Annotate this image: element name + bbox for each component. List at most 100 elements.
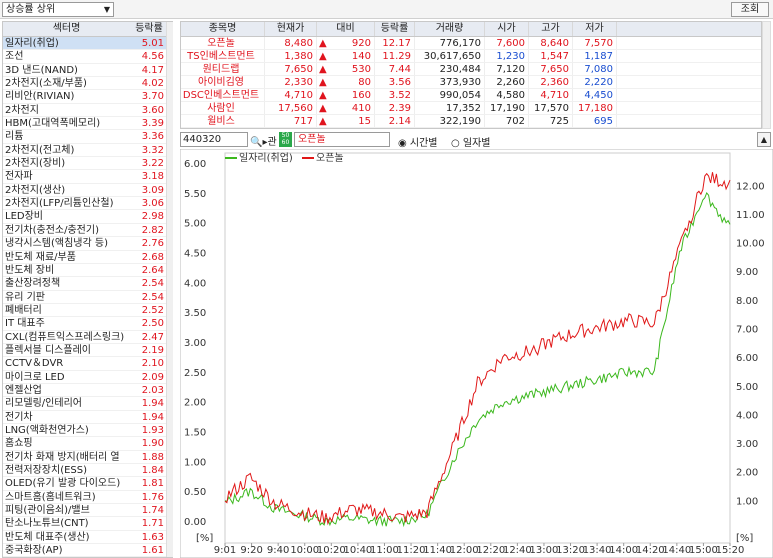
stock-row[interactable]: 윌비스 717 ▲ 15 2.14 322,190 702 725 695 <box>181 115 761 128</box>
stock-code-input[interactable]: 440320 <box>180 132 248 147</box>
sector-row[interactable]: 전력저장장치(ESS) 1.84 <box>3 464 172 478</box>
sector-row[interactable]: 리튬 3.36 <box>3 130 172 144</box>
sector-rate: 1.76 <box>141 491 164 503</box>
stock-row[interactable]: TS인베스트먼트 1,380 ▲ 140 11.29 30,617,650 1,2… <box>181 50 761 63</box>
radio-time[interactable]: ◉ 시간별 <box>398 134 438 149</box>
stock-high: 17,570 <box>529 102 573 114</box>
sector-row[interactable]: 반도체 장비 2.64 <box>3 264 172 278</box>
x-tick-label: 10:40 <box>343 545 372 556</box>
sector-rate: 2.09 <box>141 371 164 383</box>
sector-row[interactable]: 2차전지(생산) 3.09 <box>3 184 172 198</box>
stock-low: 7,080 <box>573 63 617 75</box>
radio-day[interactable]: ○ 일자별 <box>451 134 491 149</box>
sector-name: 리튬 <box>5 131 24 143</box>
header-open[interactable]: 시가 <box>485 22 529 36</box>
sector-rate: 2.19 <box>141 344 164 356</box>
header-price[interactable]: 현재가 <box>265 22 317 36</box>
search-icon[interactable]: 🔍▸관 <box>250 133 277 148</box>
header-sector-name[interactable]: 섹터명 <box>3 22 130 36</box>
sector-row[interactable]: 전기차 화재 방지(배터리 열 1.88 <box>3 451 172 464</box>
sector-row[interactable]: 홈쇼핑 1.90 <box>3 437 172 451</box>
sector-row[interactable]: 반도체 재료/부품 2.68 <box>3 251 172 264</box>
sector-row[interactable]: OLED(유기 발광 다이오드) 1.81 <box>3 477 172 491</box>
sector-row[interactable]: 2차전지(소재/부품) 4.02 <box>3 77 172 91</box>
left-tick-label: 2.50 <box>184 368 206 379</box>
sector-row[interactable]: 일자리(취업) 5.01 <box>3 37 172 51</box>
header-low[interactable]: 저가 <box>573 22 617 36</box>
sector-row[interactable]: 출산장려정책 2.54 <box>3 277 172 291</box>
sector-table: 섹터명 등락률 일자리(취업) 5.01 조선 4.56 3D 낸드(NAND) 4.17… <box>2 21 173 558</box>
sector-row[interactable]: CCTV＆DVR 2.10 <box>3 357 172 371</box>
sector-row[interactable]: 전기차(충전소/충전기) 2.82 <box>3 224 172 238</box>
sector-row[interactable]: LED장비 2.98 <box>3 210 172 224</box>
x-tick-label: 10:00 <box>290 545 319 556</box>
x-tick-label: 11:00 <box>370 545 399 556</box>
sector-row[interactable]: 전자파 3.18 <box>3 170 172 184</box>
sector-row[interactable]: 스마트홈(홈네트워크) 1.76 <box>3 491 172 505</box>
right-tick-label: 7.00 <box>736 325 758 336</box>
stock-name-field[interactable]: 오픈놀 <box>294 132 390 147</box>
left-tick-label: 6.00 <box>184 159 206 170</box>
x-axis: 9:01 9:20 9:40 10:0010:2010:4011:0011:2011:… <box>214 543 744 556</box>
sector-row[interactable]: 피팅(관이음쇠)/밸브 1.74 <box>3 504 172 518</box>
right-tick-label: 5.00 <box>736 382 758 393</box>
header-rate[interactable]: 등락률 <box>375 22 415 36</box>
sector-row[interactable]: 2차전지(전고체) 3.32 <box>3 144 172 158</box>
stock-name: DSC인베스트먼트 <box>181 89 265 101</box>
sector-rows: 일자리(취업) 5.01 조선 4.56 3D 낸드(NAND) 4.17 2차전지(소재/… <box>3 37 172 557</box>
stock-row[interactable]: 오픈놀 8,480 ▲ 920 12.17 776,170 7,600 8,640… <box>181 37 761 50</box>
stock-name: 아이비김영 <box>181 76 265 88</box>
sector-row[interactable]: 조선 4.56 <box>3 50 172 64</box>
header-high[interactable]: 고가 <box>529 22 573 36</box>
sector-row[interactable]: 반도체 대표주(생산) 1.63 <box>3 531 172 545</box>
sector-rate: 2.03 <box>141 384 164 396</box>
sector-rate: 1.81 <box>141 478 164 490</box>
right-tick-label: 2.00 <box>736 468 758 479</box>
sector-row[interactable]: 2차전지(LFP/리튬인산철) 3.06 <box>3 197 172 211</box>
chart-controls: 440320 🔍▸관 50 60 오픈놀 ◉ 시간별 ○ 일자별 ▲ <box>180 131 773 149</box>
sector-row[interactable]: HBM(고대역폭메모리) 3.39 <box>3 117 172 131</box>
stock-row[interactable]: 아이비김영 2,330 ▲ 80 3.56 373,930 2,260 2,360… <box>181 76 761 89</box>
group-badge[interactable]: 50 60 <box>279 132 292 147</box>
sector-name: 엔젤산업 <box>5 384 42 396</box>
header-volume[interactable]: 거래량 <box>415 22 485 36</box>
stock-row[interactable]: DSC인베스트먼트 4,710 ▲ 160 3.52 990,054 4,580 … <box>181 89 761 102</box>
header-sector-rate[interactable]: 등락률 <box>130 22 168 36</box>
sector-row[interactable]: 플렉서블 디스플레이 2.19 <box>3 344 172 358</box>
sector-row[interactable]: 2차전지(장비) 3.22 <box>3 157 172 171</box>
stock-scrollbar[interactable] <box>762 21 771 129</box>
sector-name: 3D 낸드(NAND) <box>5 64 78 76</box>
sector-row[interactable]: 마이크로 LED 2.09 <box>3 371 172 384</box>
sector-scrollbar[interactable] <box>166 22 173 557</box>
sector-row[interactable]: 2차전지 3.60 <box>3 104 172 118</box>
sector-row[interactable]: IT 대표주 2.50 <box>3 317 172 331</box>
sector-name: 폐배터리 <box>5 304 42 316</box>
header-stock-name[interactable]: 종목명 <box>181 22 265 36</box>
up-arrow-icon: ▲ <box>319 77 327 88</box>
sector-row[interactable]: 엔젤산업 2.03 <box>3 384 172 398</box>
stock-row[interactable]: 원티드랩 7,650 ▲ 530 7.44 230,484 7,120 7,650… <box>181 63 761 76</box>
sector-row[interactable]: 리모델링/인테리어 1.94 <box>3 397 172 411</box>
sector-row[interactable]: CXL(컴퓨트익스프레스링크) 2.47 <box>3 331 172 344</box>
left-tick-label: 0.50 <box>184 487 206 498</box>
sector-row[interactable]: 전기차 1.94 <box>3 411 172 424</box>
sector-row[interactable]: 중국화장(AP) 1.61 <box>3 544 172 557</box>
sector-row[interactable]: LNG(액화천연가스) 1.93 <box>3 424 172 438</box>
sector-row[interactable]: 리비안(RIVIAN) 3.70 <box>3 90 172 104</box>
header-change[interactable]: 대비 <box>317 22 375 36</box>
ranking-select[interactable]: 상승률 상위 ▼ <box>2 2 114 17</box>
sector-row[interactable]: 유리 기판 2.54 <box>3 291 172 304</box>
stock-row[interactable]: 사람인 17,560 ▲ 410 2.39 17,352 17,190 17,57… <box>181 102 761 115</box>
stock-price: 1,380 <box>265 50 317 62</box>
collapse-up-button[interactable]: ▲ <box>757 132 771 147</box>
sector-row[interactable]: 3D 낸드(NAND) 4.17 <box>3 64 172 78</box>
x-tick-label: 9:20 <box>240 545 262 556</box>
sector-row[interactable]: 탄소나노튜브(CNT) 1.71 <box>3 517 172 531</box>
query-button[interactable]: 조회 <box>731 2 769 17</box>
sector-rate: 3.70 <box>141 91 164 103</box>
sector-row[interactable]: 냉각시스템(액침냉각 등) 2.76 <box>3 237 172 251</box>
sector-name: 유리 기판 <box>5 291 45 303</box>
sector-row[interactable]: 폐배터리 2.52 <box>3 304 172 318</box>
left-tick-label: 4.50 <box>184 249 206 260</box>
stock-open: 7,600 <box>485 37 529 49</box>
